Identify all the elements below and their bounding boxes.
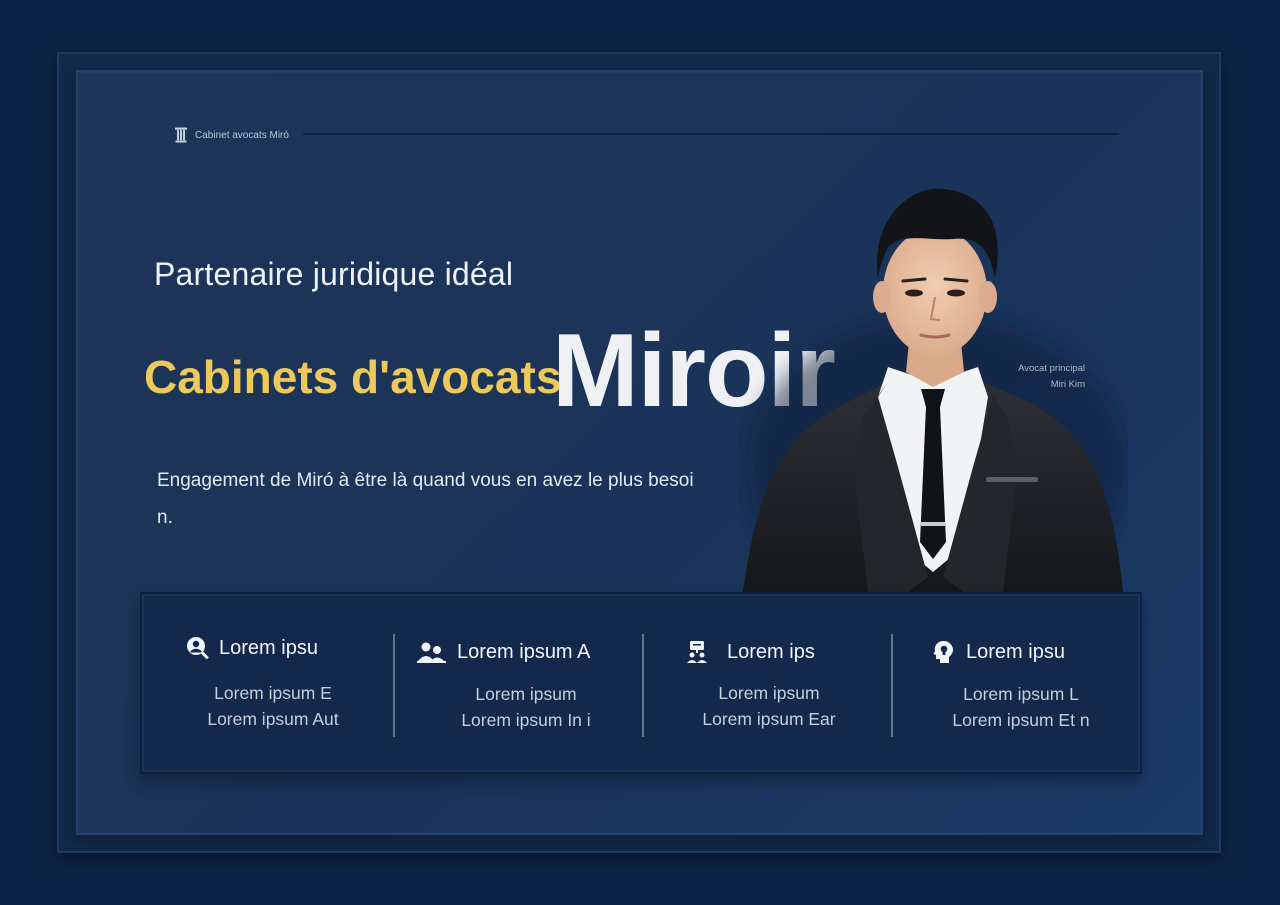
feature-title: Lorem ips [727,640,815,663]
idea-head-icon [933,641,953,663]
user-search-icon [187,637,209,659]
team-icon [417,642,446,663]
brand-header: Cabinet avocats Miró [174,126,289,144]
feature-line: Lorem ipsum E [214,683,332,703]
lawyer-name: Miri Kim [1050,379,1085,390]
feature-header: Lorem ipsu [932,640,1065,664]
feature-header: Lorem ips [685,640,815,664]
feature-line: Lorem ipsum [718,683,820,703]
feature-text: Lorem ipsum Lorem ipsum In i [395,681,657,733]
feature-line: Lorem ipsum In i [461,710,591,730]
presenter-icon [687,641,707,663]
pillar-icon [175,127,187,143]
header-divider [303,133,1119,135]
feature-line: Lorem ipsum [475,684,577,704]
feature-line: Lorem ipsum L [963,684,1079,704]
lawyer-role: Avocat principal [1018,363,1085,374]
feature-text: Lorem ipsum L Lorem ipsum Et n [893,681,1149,733]
hero-description: Engagement de Miró à être là quand vous … [157,470,694,528]
slide: Cabinet avocats Miró Partenaire juridiqu… [76,70,1203,835]
brand-name: Cabinet avocats Miró [195,129,289,141]
feature-strip: Lorem ipsu Lorem ipsum E Lorem ipsum Aut… [140,592,1142,774]
hero-subtitle: Partenaire juridique idéal [154,256,514,292]
hero-title-gold: Cabinets d'avocats [144,351,562,403]
feature-header: Lorem ipsu [185,636,318,660]
feature-title: Lorem ipsu [219,636,318,659]
feature-header: Lorem ipsum A [417,640,590,664]
feature-title: Lorem ipsum A [457,640,591,663]
lawyer-caption: Avocat principal Miri Kim [1018,361,1085,393]
feature-line: Lorem ipsum Et n [952,710,1090,730]
feature-item: Lorem ipsu Lorem ipsum E Lorem ipsum Aut [142,594,394,772]
feature-item: Lorem ipsum A Lorem ipsum Lorem ipsum In… [395,594,644,772]
feature-item: Lorem ipsu Lorem ipsum L Lorem ipsum Et … [893,594,1142,772]
feature-line: Lorem ipsum Ear [702,709,836,729]
feature-item: Lorem ips Lorem ipsum Lorem ipsum Ear [644,594,892,772]
feature-title: Lorem ipsu [966,640,1065,663]
feature-text: Lorem ipsum Lorem ipsum Ear [644,680,894,732]
feature-line: Lorem ipsum Aut [207,709,339,729]
feature-text: Lorem ipsum E Lorem ipsum Aut [142,680,404,732]
